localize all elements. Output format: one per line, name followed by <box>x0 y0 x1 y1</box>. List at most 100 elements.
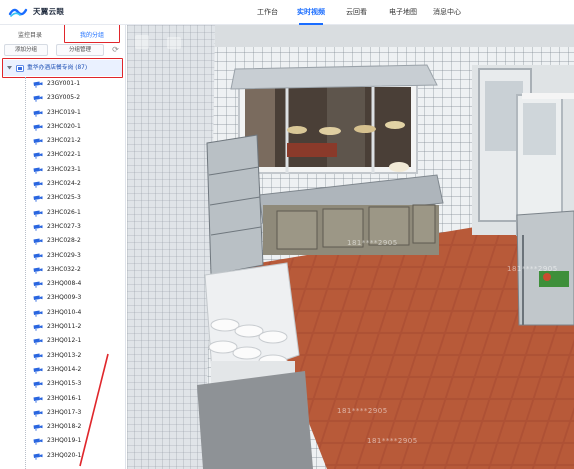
camera-label: 23HQ012-1 <box>47 337 82 345</box>
camera-icon <box>33 81 43 88</box>
camera-list-item[interactable]: 23HQ009-3 <box>0 291 125 305</box>
camera-label: 23HC024-2 <box>47 180 81 188</box>
camera-list-item[interactable]: 23HQ020-1 <box>0 449 125 463</box>
camera-list-item[interactable]: 23HQ016-1 <box>0 392 125 406</box>
camera-icon <box>33 295 43 303</box>
camera-list-item[interactable]: 23HQ012-1 <box>0 334 125 348</box>
camera-list-item[interactable]: 23HQ008-4 <box>0 277 125 291</box>
camera-list-item[interactable]: 23HQ018-2 <box>0 420 125 434</box>
camera-label: 23HC023-1 <box>47 165 81 173</box>
camera-list-item[interactable]: 23HC028-2 <box>0 234 125 248</box>
camera-label: 23HQ008-4 <box>47 280 82 288</box>
camera-label: 23HC020-1 <box>47 122 81 130</box>
camera-icon <box>33 353 43 360</box>
camera-list-item[interactable]: 23HC022-1 <box>0 148 125 162</box>
camera-icon <box>33 267 43 274</box>
camera-label: 23HQ011-2 <box>47 323 82 331</box>
camera-list-item[interactable]: 23HQ010-4 <box>0 306 125 320</box>
camera-label: 23HC028-2 <box>47 237 81 245</box>
camera-label: 23HQ019-1 <box>47 437 82 445</box>
watermark-text: 181****2905 <box>347 239 398 247</box>
camera-icon <box>33 195 43 203</box>
camera-label: 23HC021-2 <box>47 137 81 145</box>
camera-list-item[interactable]: 23HC024-2 <box>0 177 125 191</box>
camera-label: 23HC026-1 <box>47 208 81 216</box>
camera-label: 23HQ009-3 <box>47 294 82 302</box>
camera-icon <box>33 95 43 103</box>
camera-list-item[interactable]: 23HC026-1 <box>0 206 125 220</box>
video-feed[interactable]: 181****2905 181****2905 181****2905 181*… <box>127 25 574 469</box>
camera-icon <box>33 438 43 446</box>
device-sidebar: 监控目录 我的分组 添加分组 分组管理 ⟳ 重华办酒店餐专岗 (87) 23GY… <box>0 25 126 469</box>
expand-arrow-icon[interactable] <box>7 65 12 70</box>
cloud-eye-logo-icon <box>8 8 28 17</box>
tab-my-groups[interactable]: 我的分组 <box>66 29 118 43</box>
tab-monitor-directory[interactable]: 监控目录 <box>6 29 54 43</box>
camera-label: 23HC022-1 <box>47 151 81 159</box>
brand-name: 天翼云眼 <box>33 7 65 16</box>
camera-list-item[interactable]: 23HQ011-2 <box>0 320 125 334</box>
watermark-text: 181****2905 <box>367 437 418 445</box>
camera-label: 23HQ010-4 <box>47 308 82 316</box>
camera-icon <box>33 367 43 374</box>
camera-label: 23GY005-2 <box>47 94 81 102</box>
group-item[interactable]: 重华办酒店餐专岗 (87) <box>3 60 122 76</box>
camera-icon <box>33 453 43 460</box>
camera-list-item[interactable]: 23HQ019-1 <box>0 434 125 448</box>
camera-icon <box>33 281 43 288</box>
camera-list-item[interactable]: 23HQ017-3 <box>0 406 125 420</box>
camera-list-item[interactable]: 23HQ014-2 <box>0 363 125 377</box>
camera-list-item[interactable]: 23HC032-2 <box>0 263 125 277</box>
camera-icon <box>33 181 43 188</box>
camera-tree: 23GY001-1 23GY005-2 23HC019-1 23HC020-1 23HC… <box>0 77 125 463</box>
camera-list-item[interactable]: 23HC023-1 <box>0 163 125 177</box>
camera-list-item[interactable]: 23HC019-1 <box>0 106 125 120</box>
camera-label: 23HQ016-1 <box>47 394 82 402</box>
camera-label: 23HC019-1 <box>47 108 81 116</box>
watermark-text: 181****2905 <box>337 407 388 415</box>
camera-icon <box>33 224 43 231</box>
nav-cloud-playback[interactable]: 云回看 <box>346 0 367 25</box>
folder-group-icon <box>16 65 24 72</box>
camera-list-item[interactable]: 23HC021-2 <box>0 134 125 148</box>
camera-list-item[interactable]: 23HC029-3 <box>0 249 125 263</box>
camera-label: 23HC027-3 <box>47 222 81 230</box>
kitchen-camera-image <box>127 25 574 469</box>
camera-icon <box>33 424 43 431</box>
camera-icon <box>33 138 43 145</box>
camera-icon <box>33 324 43 331</box>
nav-electronic-map[interactable]: 电子地图 <box>389 0 417 25</box>
camera-list-item[interactable]: 23GY001-1 <box>0 77 125 91</box>
camera-label: 23HQ013-2 <box>47 351 82 359</box>
camera-label: 23HC029-3 <box>47 251 81 259</box>
add-group-button[interactable]: 添加分组 <box>4 44 48 56</box>
camera-list-item[interactable]: 23HC027-3 <box>0 220 125 234</box>
watermark-text: 181****2905 <box>507 265 558 273</box>
camera-icon <box>33 396 43 403</box>
nav-live-video[interactable]: 实时视频 <box>297 0 325 25</box>
camera-icon <box>33 381 43 389</box>
manage-groups-button[interactable]: 分组管理 <box>56 44 104 56</box>
camera-icon <box>33 238 43 246</box>
camera-icon <box>33 167 43 174</box>
camera-label: 23HQ018-2 <box>47 423 82 431</box>
camera-list-item[interactable]: 23HQ015-3 <box>0 377 125 391</box>
camera-icon <box>33 210 43 217</box>
camera-label: 23HC032-2 <box>47 265 81 273</box>
camera-list-item[interactable]: 23GY005-2 <box>0 91 125 105</box>
camera-icon <box>33 253 43 260</box>
nav-workbench[interactable]: 工作台 <box>257 0 278 25</box>
camera-label: 23HC025-3 <box>47 194 81 202</box>
camera-label: 23HQ017-3 <box>47 408 82 416</box>
nav-message-center[interactable]: 消息中心 <box>433 0 461 25</box>
camera-list-item[interactable]: 23HC025-3 <box>0 191 125 205</box>
camera-icon <box>33 410 43 417</box>
camera-icon <box>33 124 43 131</box>
camera-label: 23HQ015-3 <box>47 380 82 388</box>
camera-icon <box>33 110 43 117</box>
camera-icon <box>33 152 43 160</box>
camera-label: 23HQ020-1 <box>47 451 82 459</box>
refresh-icon[interactable]: ⟳ <box>111 45 120 54</box>
camera-list-item[interactable]: 23HC020-1 <box>0 120 125 134</box>
camera-list-item[interactable]: 23HQ013-2 <box>0 349 125 363</box>
